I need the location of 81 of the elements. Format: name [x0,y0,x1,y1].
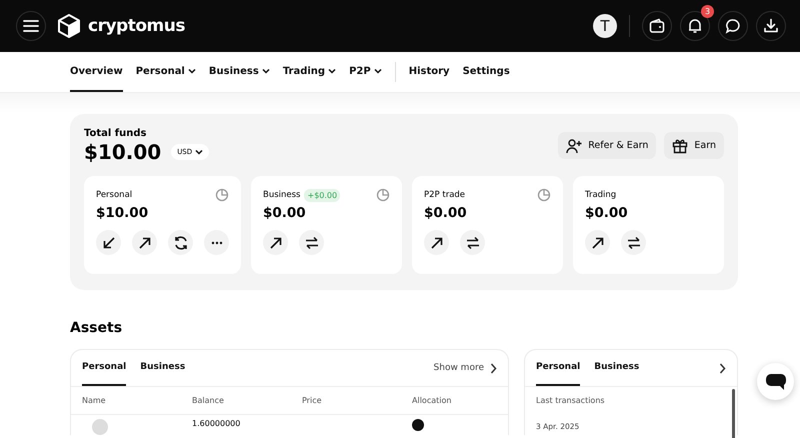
earn-button[interactable]: Earn [664,132,724,159]
nav-tab[interactable]: Settings [462,52,510,92]
table-cell-text: 1.60000000 [192,419,242,428]
download-button[interactable] [756,11,786,41]
gift-icon [672,138,688,154]
section-label: Last transactions [536,395,606,407]
transactions-tab[interactable]: Business [594,350,640,386]
wallet-amount: $10.00 [96,205,150,221]
send-button[interactable] [585,230,610,255]
chevron-down-icon [374,68,382,74]
chevron-right-icon [719,362,726,374]
wallet-name: Business [263,190,300,200]
bell-icon [687,18,703,34]
column-header: Balance [192,396,225,405]
menu-button[interactable] [16,11,46,41]
nav-tab[interactable]: History [408,52,450,92]
arrow-up-right-icon [430,236,444,250]
nav-tab[interactable]: Personal [136,52,196,92]
column-header: Name [82,396,107,405]
assets-tab[interactable]: Business [140,350,186,386]
chevron-down-icon [188,68,196,74]
wallet-amount: $0.00 [585,205,629,221]
chevron-right-icon [490,362,497,374]
wallet-amount: $0.00 [424,205,468,221]
download-icon [763,18,779,34]
wallet-name: Trading [585,190,616,200]
notification-count: 3 [701,5,714,18]
arrow-up-right-icon [268,236,282,250]
transfer-button[interactable] [299,230,324,255]
add-user-icon [566,138,582,154]
transfer-button[interactable] [621,230,646,255]
receive-button[interactable] [96,230,121,255]
pie-chart-icon[interactable] [215,188,229,202]
refer-button[interactable]: Refer & Earn [558,132,656,159]
swap-arrows-icon [304,236,318,250]
swap-arrows-icon [466,236,480,250]
column-header: Price [302,396,323,405]
arrow-up-right-icon [590,236,604,250]
section-heading: Assets [70,320,124,336]
arrow-down-left-icon [102,236,116,250]
send-button[interactable] [263,230,288,255]
pie-chart-icon[interactable] [376,188,390,202]
chat-button[interactable] [718,11,748,41]
coin-icon [92,419,108,435]
wallet-name: P2P trade [424,190,466,200]
pie-chart-icon[interactable] [537,188,551,202]
menu-icon [23,19,39,33]
allocation-icon [412,419,424,431]
scrollbar[interactable] [732,389,735,438]
chat-bubble-icon [725,18,741,34]
swap-arrows-icon [626,236,640,250]
wallet-name: Personal [96,190,132,200]
column-header: Allocation [412,396,452,405]
more-icon [210,240,222,244]
assets-tab[interactable]: Personal [82,350,126,386]
transactions-tab[interactable]: Personal [536,350,580,386]
logo-text: cryptomus [88,16,185,36]
send-button[interactable] [424,230,449,255]
arrow-up-right-icon [138,236,152,250]
refresh-icon [172,234,188,250]
chat-bubble-icon [764,372,786,390]
chevron-down-icon [262,68,270,74]
transfer-button[interactable] [460,230,485,255]
nav-tab[interactable]: Business [208,52,270,92]
wallet-amount: $0.00 [263,205,307,221]
wallet-button[interactable] [642,11,672,41]
wallet-icon [649,18,665,34]
send-button[interactable] [132,230,157,255]
chevron-down-icon [195,149,204,155]
total-funds-label: Total funds [84,128,148,139]
avatar[interactable]: T [593,14,617,38]
total-funds-amount: $10.00 [84,140,162,164]
more-button[interactable] [204,230,229,255]
show-more-link[interactable]: Show more [434,350,497,386]
cube-logo-icon [58,14,80,38]
chevron-down-icon [328,68,336,74]
change-badge: +$0.00 [304,188,340,202]
nav-tab[interactable]: P2P [349,52,382,92]
support-chat-button[interactable] [757,363,794,400]
nav-tab[interactable]: Trading [282,52,336,92]
exchange-button[interactable] [168,230,193,255]
